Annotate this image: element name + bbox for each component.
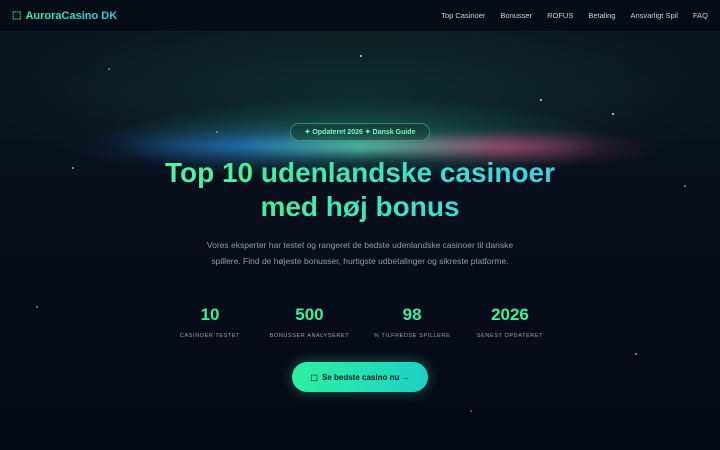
hero-subtitle: Vores eksperter har testet og rangeret d…	[206, 240, 514, 266]
stat-casinos-tested: 10 Casinoer testet	[175, 305, 245, 339]
hero-title-line-2: med høj bonus	[260, 191, 460, 222]
update-badge: ✦ Opdateret 2026 ✦ Dansk Guide	[290, 123, 430, 141]
nav-links: Top Casinoer Bonusser ROFUS Betaling Ans…	[441, 11, 708, 20]
stat-value: 500	[295, 305, 324, 324]
nav-link-betaling[interactable]: Betaling	[588, 11, 615, 20]
brand-name: AuroraCasino DK	[25, 9, 118, 22]
stat-label: Casinoer testet	[179, 333, 241, 339]
see-best-casino-button[interactable]: ⬚ Se bedste casino nu →	[292, 362, 428, 392]
stat-value: 98	[402, 305, 422, 324]
nav-link-top-casinoer[interactable]: Top Casinoer	[441, 11, 485, 20]
top-navbar: ⬚ AuroraCasino DK Top Casinoer Bonusser …	[0, 0, 720, 32]
stat-value: 2026	[491, 305, 529, 324]
stats-row: 10 Casinoer testet 500 Bonusser analyser…	[175, 305, 545, 339]
stat-value: 10	[200, 305, 220, 324]
hero-title: Top 10 udenlandske casinoer med høj bonu…	[0, 156, 720, 224]
brand-icon: ⬚	[12, 10, 22, 21]
nav-link-ansvarligt-spil[interactable]: Ansvarligt Spil	[630, 11, 678, 20]
nav-link-rofus[interactable]: ROFUS	[547, 11, 573, 20]
hero-title-line-1: Top 10 udenlandske casinoer	[164, 157, 556, 188]
hero-section: ✦ Opdateret 2026 ✦ Dansk Guide Top 10 ud…	[0, 0, 720, 450]
cta-icon: ⬚	[310, 372, 318, 382]
cta-label: Se bedste casino nu →	[321, 372, 410, 382]
stat-label: Senest opdateret	[476, 333, 544, 339]
nav-link-bonusser[interactable]: Bonusser	[500, 11, 532, 20]
stat-last-updated: 2026 Senest opdateret	[475, 305, 545, 339]
stat-bonuses-analysed: 500 Bonusser analyseret	[270, 305, 349, 339]
brand-logo[interactable]: ⬚ AuroraCasino DK	[12, 10, 117, 22]
stat-label: Bonusser analyseret	[269, 333, 350, 339]
stat-label: % tilfredse spillere	[373, 333, 451, 339]
nav-link-faq[interactable]: FAQ	[693, 11, 708, 20]
stat-satisfied-players: 98 % tilfredse spillere	[374, 305, 450, 339]
